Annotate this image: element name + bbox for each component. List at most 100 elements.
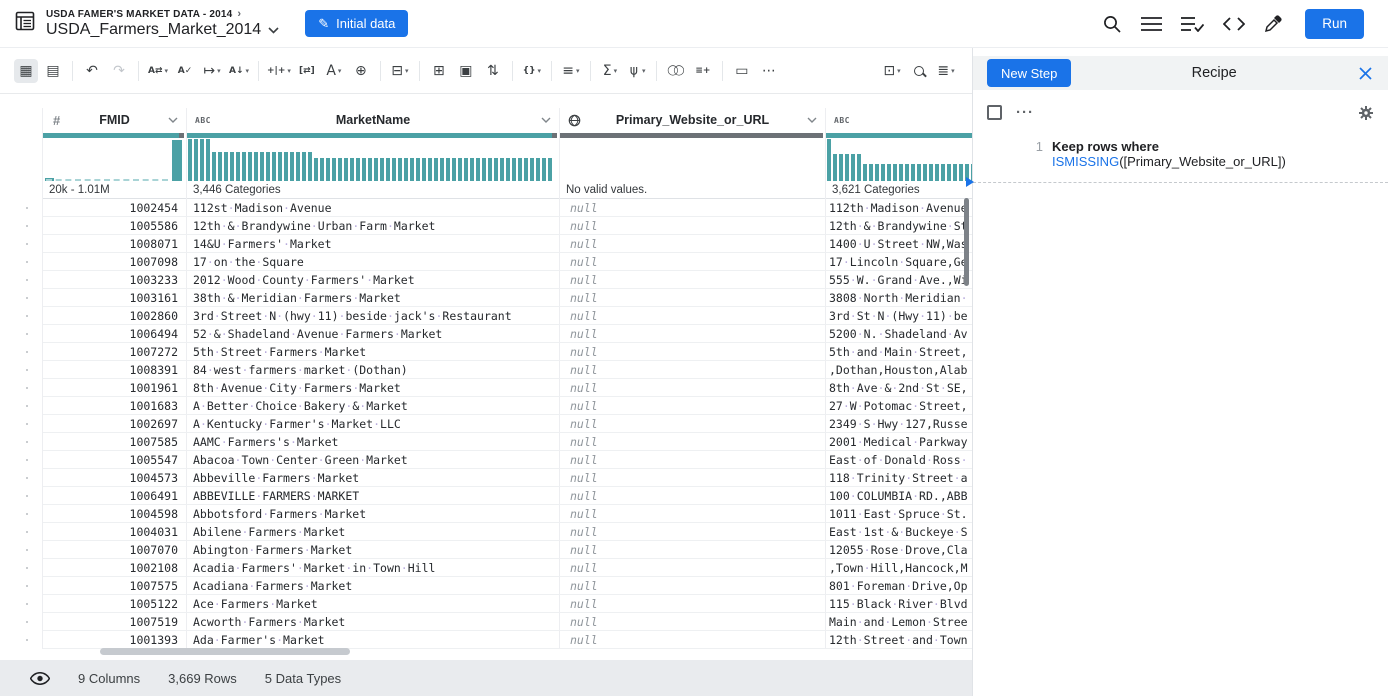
cell-primary-website[interactable]: null	[560, 307, 826, 325]
union-data-button[interactable]: ◯◯	[664, 59, 688, 83]
cell-market-name[interactable]: Ada·Farmer's·Market	[187, 631, 560, 649]
column-histogram[interactable]	[187, 139, 559, 181]
column-header-FMID[interactable]: #FMID20k - 1.01M	[43, 108, 187, 199]
cell-primary-website[interactable]: null	[560, 325, 826, 343]
row-handle[interactable]	[0, 487, 43, 505]
cell-fmid[interactable]: 1005122	[43, 595, 187, 613]
cell-street-address[interactable]: 5th·and·Main·Street,	[826, 343, 972, 361]
row-handle[interactable]	[0, 199, 43, 217]
cell-market-name[interactable]: 3rd·Street·N·(hwy·11)·beside·jack's·Rest…	[187, 307, 560, 325]
cell-market-name[interactable]: Ace·Farmers·Market	[187, 595, 560, 613]
cell-market-name[interactable]: 14&U·Farmers'·Market	[187, 235, 560, 253]
cell-market-name[interactable]: 2012·Wood·County·Farmers'·Market	[187, 271, 560, 289]
comment-button[interactable]: ▭	[730, 59, 754, 83]
cell-street-address[interactable]: 12th·&·Brandywine·St	[826, 217, 972, 235]
cell-primary-website[interactable]: null	[560, 487, 826, 505]
standardize-values-button[interactable]: A✓	[173, 59, 197, 83]
split-column-button[interactable]: +|+▾	[266, 59, 292, 83]
cell-primary-website[interactable]: null	[560, 199, 826, 217]
row-handle[interactable]	[0, 253, 43, 271]
cell-fmid[interactable]: 1007070	[43, 541, 187, 559]
cell-market-name[interactable]: A·Kentucky·Farmer's·Market·LLC	[187, 415, 560, 433]
row-handle[interactable]	[0, 523, 43, 541]
chevron-down-icon[interactable]	[541, 117, 551, 123]
column-settings-button[interactable]: ≣▾	[934, 59, 958, 83]
cell-fmid[interactable]: 1004573	[43, 469, 187, 487]
cell-primary-website[interactable]: null	[560, 577, 826, 595]
row-handle[interactable]	[0, 271, 43, 289]
cell-fmid[interactable]: 1007575	[43, 577, 187, 595]
cell-primary-website[interactable]: null	[560, 361, 826, 379]
row-handle[interactable]	[0, 505, 43, 523]
cell-fmid[interactable]: 1004598	[43, 505, 187, 523]
cell-street-address[interactable]: 555·W.·Grand·Ave.,Wi	[826, 271, 972, 289]
cell-fmid[interactable]: 1003161	[43, 289, 187, 307]
cell-primary-website[interactable]: null	[560, 235, 826, 253]
steps-list-button[interactable]	[1141, 16, 1162, 32]
column-title-row[interactable]: Primary_Website_or_URL	[560, 108, 825, 132]
row-handle[interactable]	[0, 397, 43, 415]
cell-street-address[interactable]: ,Town·Hill,Hancock,M	[826, 559, 972, 577]
run-button[interactable]: Run	[1305, 9, 1364, 39]
cell-primary-website[interactable]: null	[560, 541, 826, 559]
column-histogram[interactable]	[826, 139, 972, 181]
row-handle[interactable]	[0, 343, 43, 361]
cell-primary-website[interactable]: null	[560, 289, 826, 307]
row-handle[interactable]	[0, 217, 43, 235]
cell-street-address[interactable]: 1400·U·Street·NW,Was	[826, 235, 972, 253]
data-quality-bar[interactable]	[187, 133, 557, 138]
cell-street-address[interactable]: 118·Trinity·Street·a	[826, 469, 972, 487]
chevron-down-icon[interactable]	[168, 117, 178, 123]
cell-primary-website[interactable]: null	[560, 559, 826, 577]
cell-primary-website[interactable]: null	[560, 217, 826, 235]
column-header-MarketName[interactable]: ABCMarketName3,446 Categories	[187, 108, 560, 199]
row-handle[interactable]	[0, 595, 43, 613]
append-rows-button[interactable]: ≡+	[691, 59, 715, 83]
row-view-button[interactable]: ▤	[41, 59, 65, 83]
row-handle[interactable]	[0, 433, 43, 451]
cell-primary-website[interactable]: null	[560, 595, 826, 613]
row-handle[interactable]	[0, 613, 43, 631]
cell-street-address[interactable]: 27·W·Potomac·Street,	[826, 397, 972, 415]
cell-market-name[interactable]: Abilene·Farmers·Market	[187, 523, 560, 541]
breadcrumb-label[interactable]: USDA FAMER'S MARKET DATA - 2014	[46, 9, 232, 20]
cell-fmid[interactable]: 1008391	[43, 361, 187, 379]
row-handle[interactable]	[0, 631, 43, 649]
transpose-table-button[interactable]: ⇅	[481, 59, 505, 83]
data-quality-bar[interactable]	[43, 133, 184, 138]
close-recipe-button[interactable]	[1357, 65, 1374, 82]
cell-fmid[interactable]: 1006494	[43, 325, 187, 343]
cell-market-name[interactable]: 12th·&·Brandywine·Urban·Farm·Market	[187, 217, 560, 235]
unpivot-columns-button[interactable]: ▣	[454, 59, 478, 83]
row-handle[interactable]	[0, 289, 43, 307]
vertical-scrollbar[interactable]	[964, 198, 969, 286]
row-handle[interactable]	[0, 325, 43, 343]
cell-street-address[interactable]: East·of·Donald·Ross·	[826, 451, 972, 469]
gear-icon[interactable]	[1358, 105, 1374, 121]
initial-data-button[interactable]: ✎ Initial data	[305, 10, 408, 37]
cell-street-address[interactable]: Main·and·Lemon·Stree	[826, 613, 972, 631]
cell-fmid[interactable]: 1002697	[43, 415, 187, 433]
replace-values-button[interactable]: A⇄▾	[146, 59, 170, 83]
pivot-table-button[interactable]: ⊞	[427, 59, 451, 83]
cell-primary-website[interactable]: null	[560, 253, 826, 271]
visibility-toggle[interactable]	[30, 672, 50, 685]
cell-street-address[interactable]: 801·Foreman·Drive,Op	[826, 577, 972, 595]
cell-fmid[interactable]: 1005547	[43, 451, 187, 469]
cell-market-name[interactable]: Acworth·Farmers·Market	[187, 613, 560, 631]
cell-primary-website[interactable]: null	[560, 613, 826, 631]
horizontal-scrollbar[interactable]	[100, 648, 350, 655]
column-histogram[interactable]	[43, 139, 186, 181]
row-handle[interactable]	[0, 577, 43, 595]
cell-fmid[interactable]: 1005586	[43, 217, 187, 235]
cell-primary-website[interactable]: null	[560, 433, 826, 451]
row-handle[interactable]	[0, 469, 43, 487]
cell-fmid[interactable]: 1004031	[43, 523, 187, 541]
cell-primary-website[interactable]: null	[560, 451, 826, 469]
cell-market-name[interactable]: 84·west·farmers·market·(Dothan)	[187, 361, 560, 379]
column-header-address[interactable]: ABC3,621 Categories	[826, 108, 972, 199]
cell-street-address[interactable]: 112th·Madison·Avenue	[826, 199, 972, 217]
search-button[interactable]	[1102, 14, 1122, 34]
undo-button[interactable]: ↶	[80, 59, 104, 83]
row-handle[interactable]	[0, 541, 43, 559]
